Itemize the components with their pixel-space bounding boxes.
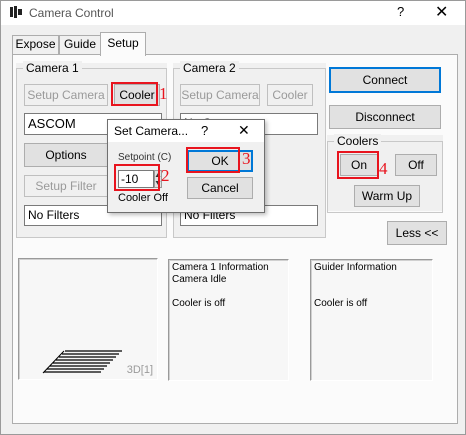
annotation-number-4: 4 xyxy=(379,159,388,178)
dialog-close-button[interactable]: ✕ xyxy=(238,122,250,139)
setpoint-label: Setpoint (C) xyxy=(118,152,172,163)
tab-setup[interactable]: Setup xyxy=(100,32,146,56)
camera2-cooler-button[interactable]: Cooler xyxy=(267,84,313,106)
annotation-number-2: 2 xyxy=(161,166,170,185)
setpoint-input[interactable]: -10 xyxy=(118,170,154,188)
less-button[interactable]: Less << xyxy=(387,221,447,245)
guider-info-line: Cooler is off xyxy=(314,298,368,309)
dialog-title-bar: Set Camera... ? ✕ xyxy=(108,120,264,142)
guider-info-line: Guider Information xyxy=(314,262,397,273)
camera2-setup-camera-button[interactable]: Setup Camera xyxy=(180,84,260,106)
guider-info-line xyxy=(314,274,429,286)
dialog-cancel-button[interactable]: Cancel xyxy=(187,177,253,199)
tab-expose[interactable]: Expose xyxy=(12,35,59,55)
preview-caption: 3D[1] xyxy=(126,364,153,376)
dialog-help-button[interactable]: ? xyxy=(201,123,208,138)
camera2-group-label: Camera 2 xyxy=(180,61,239,75)
warm-up-button[interactable]: Warm Up xyxy=(354,185,420,207)
camera1-info-line: Camera 1 Information xyxy=(172,262,269,273)
camera1-info-line xyxy=(172,286,285,298)
connect-button[interactable]: Connect xyxy=(329,67,441,93)
camera1-info-box: Camera 1 Information Camera Idle Cooler … xyxy=(168,259,289,381)
histogram-3d-icon xyxy=(42,350,122,374)
camera-control-window: Camera Control ? ✕ Expose Guide Setup Ca… xyxy=(0,0,466,435)
window-title: Camera Control xyxy=(29,6,114,20)
camera1-cooler-button[interactable]: Cooler xyxy=(114,84,160,106)
camera1-info-line: Camera Idle xyxy=(172,274,227,285)
help-button[interactable]: ? xyxy=(397,4,404,19)
camera1-options-button[interactable]: Options xyxy=(24,143,108,167)
close-button[interactable]: ✕ xyxy=(435,2,448,22)
cooler-on-button[interactable]: On xyxy=(340,154,378,176)
cooler-status-label: Cooler Off xyxy=(118,192,168,204)
coolers-group-label: Coolers xyxy=(334,134,382,148)
app-icon xyxy=(10,6,22,18)
camera1-info-line: Cooler is off xyxy=(172,298,226,309)
guider-info-line xyxy=(314,286,429,298)
title-bar: Camera Control ? ✕ xyxy=(1,1,465,25)
disconnect-button[interactable]: Disconnect xyxy=(329,105,441,129)
dialog-title: Set Camera... xyxy=(114,124,189,138)
camera1-group-label: Camera 1 xyxy=(23,61,82,75)
preview-box: 3D[1] xyxy=(18,258,158,380)
setup-tab-panel: Camera 1 Setup Camera Cooler ASCOM Optio… xyxy=(12,54,458,424)
guider-info-box: Guider Information Cooler is off xyxy=(310,259,433,381)
annotation-number-3: 3 xyxy=(242,149,251,168)
camera1-setup-camera-button[interactable]: Setup Camera xyxy=(24,84,108,106)
camera1-setup-filter-button[interactable]: Setup Filter xyxy=(24,175,108,197)
annotation-number-1: 1 xyxy=(159,84,168,103)
tab-guide[interactable]: Guide xyxy=(59,35,101,55)
cooler-off-button[interactable]: Off xyxy=(395,154,437,176)
